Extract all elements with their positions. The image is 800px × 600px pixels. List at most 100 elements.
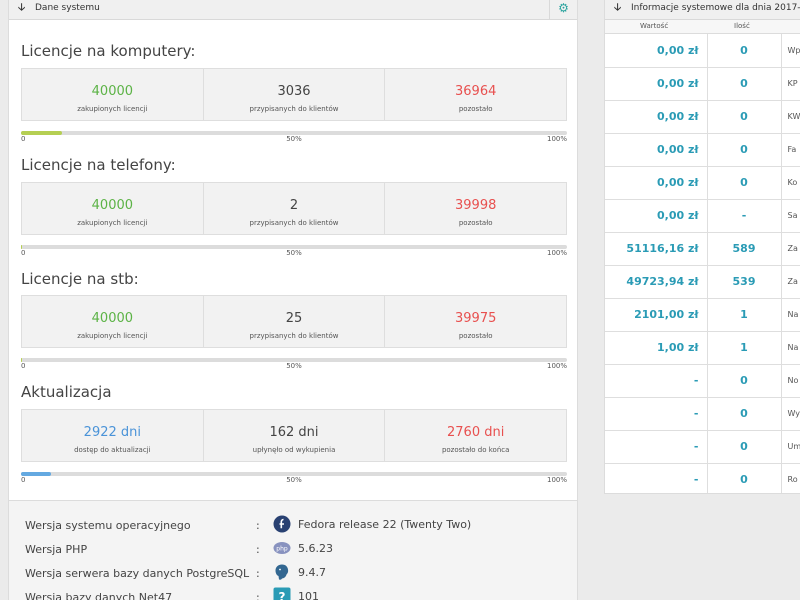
stat-assigned: 25 przypisanych do klientów [204,296,386,347]
stat-remaining: 39975 pozostało [385,296,566,347]
panel-title: Informacje systemowe dla dnia 2017-08 [631,3,800,13]
stat-value: 2 [289,198,299,213]
tick-label: 100% [546,362,567,370]
table-header: Wartość Ilość [605,20,800,34]
svg-text:?: ? [279,590,286,600]
row-count: 0 [707,100,782,134]
stat-assigned: 3036 przypisanych do klientów [204,69,386,120]
progress-ticks: 0 50% 100% [21,249,567,259]
row-count: 0 [707,166,782,200]
row-count: 0 [707,430,782,464]
row-name: Wy [781,397,800,431]
table-row: 49723,94 zł 539 Za [605,265,800,299]
row-name: Na [781,331,800,365]
stat-label: pozostało do końca [441,446,510,454]
row-count: 1 [707,331,782,365]
row-count: 0 [707,67,782,101]
table-row: 1,00 zł 1 Na [605,331,800,365]
progress-ticks: 0 50% 100% [21,135,567,145]
stat-elapsed: 162 dni upłynęło od wykupienia [204,410,386,461]
table-row: 2101,00 zł 1 Na [605,298,800,332]
stat-value: 39975 [455,311,497,326]
row-value: 0,00 zł [605,199,708,233]
info-value: 5.6.23 [298,542,333,555]
table-row: 0,00 zł 0 KW [605,100,800,134]
stat-value: 40000 [91,84,134,99]
row-count: 1 [707,298,782,332]
gear-icon[interactable]: ⚙ [549,0,577,19]
row-count: 0 [707,463,782,493]
row-name: Fa [781,133,800,167]
fedora-icon [273,515,291,533]
info-value: 101 [298,590,319,600]
table-row: -0 Wy [605,397,800,431]
row-count: 0 [707,364,782,398]
stat-label: dostęp do aktualizacji [74,446,151,454]
row-name: Ro [781,463,800,493]
stats-box-updates: 2922 dni dostęp do aktualizacji 162 dni up… [21,409,567,462]
collapse-arrow-icon[interactable]: 🡣 [18,0,25,16]
system-data-panel: 🡣 Dane systemu ⚙ Licencje na komputery: … [8,0,578,600]
tick-label: 50% [286,249,302,257]
row-name: Sa [781,199,800,233]
stat-label: zakupionych licencji [77,105,148,113]
tick-label: 100% [546,249,567,257]
row-count: 539 [707,265,782,299]
stat-value: 39998 [455,198,497,213]
collapse-arrow-icon[interactable]: 🡣 [614,0,621,16]
stat-purchased: 40000 zakupionych licencji [22,296,204,347]
stat-remaining: 39998 pozostało [385,183,566,234]
section-title-phones: Licencje na telefony: [21,156,176,174]
stat-value: 162 dni [269,425,319,440]
stat-value: 40000 [91,198,134,213]
stat-update-access: 2922 dni dostęp do aktualizacji [22,410,204,461]
stat-label: przypisanych do klientów [249,219,339,227]
table-row: -0 No [605,364,800,398]
stat-label: pozostało [458,105,493,113]
row-value: 0,00 zł [605,67,708,101]
row-value: 0,00 zł [605,166,708,200]
tick-label: 0 [21,135,26,143]
row-value: - [605,430,708,464]
table-row: 0,00 zł 0 Wp [605,34,800,68]
stat-purchased: 40000 zakupionych licencji [22,183,204,234]
section-title-computers: Licencje na komputery: [21,42,196,60]
progress-ticks: 0 50% 100% [21,476,567,486]
row-value: 1,00 zł [605,331,708,365]
row-name: Za [781,232,800,266]
info-label: Wersja bazy danych Net47 [25,591,173,600]
stat-purchased: 40000 zakupionych licencji [22,69,204,120]
info-label: Wersja systemu operacyjnego [25,519,191,532]
table-row: 0,00 zł 0 Fa [605,133,800,167]
tick-label: 100% [546,135,567,143]
info-value: 9.4.7 [298,566,326,579]
stat-value: 3036 [277,84,311,99]
panel-header[interactable]: 🡣 Dane systemu ⚙ [9,0,577,20]
stat-value: 40000 [91,311,134,326]
info-table: 0,00 zł 0 Wp 0,00 zł 0 KP 0,00 zł 0 KW 0,00 zł 0 Fa… [605,34,800,493]
stats-box-phones: 40000 zakupionych licencji 2 przypisanych … [21,182,567,235]
panel-header[interactable]: 🡣 Informacje systemowe dla dnia 2017-08 [605,0,800,20]
column-header-value: Wartość [640,22,669,30]
tick-label: 50% [286,135,302,143]
panel-title: Dane systemu [35,3,100,13]
row-value: 0,00 zł [605,34,708,68]
row-value: 0,00 zł [605,100,708,134]
system-info: Wersja systemu operacyjnego : Fedora rel… [9,500,577,600]
table-row: 0,00 zł - Sa [605,199,800,233]
stat-label: przypisanych do klientów [249,105,339,113]
info-value: Fedora release 22 (Twenty Two) [298,518,472,531]
row-name: Um [781,430,800,464]
postgresql-icon [275,564,289,580]
row-value: 0,00 zł [605,133,708,167]
stat-label: upłynęło od wykupienia [252,446,336,454]
table-row: 0,00 zł 0 KP [605,67,800,101]
stats-box-stb: 40000 zakupionych licencji 25 przypisanych… [21,295,567,348]
row-name: No [781,364,800,398]
row-name: Na [781,298,800,332]
tick-label: 50% [286,476,302,484]
section-title-updates: Aktualizacja [21,383,112,401]
stats-box-computers: 40000 zakupionych licencji 3036 przypisany… [21,68,567,121]
table-row: 51116,16 zł 589 Za [605,232,800,266]
progress-ticks: 0 50% 100% [21,362,567,372]
